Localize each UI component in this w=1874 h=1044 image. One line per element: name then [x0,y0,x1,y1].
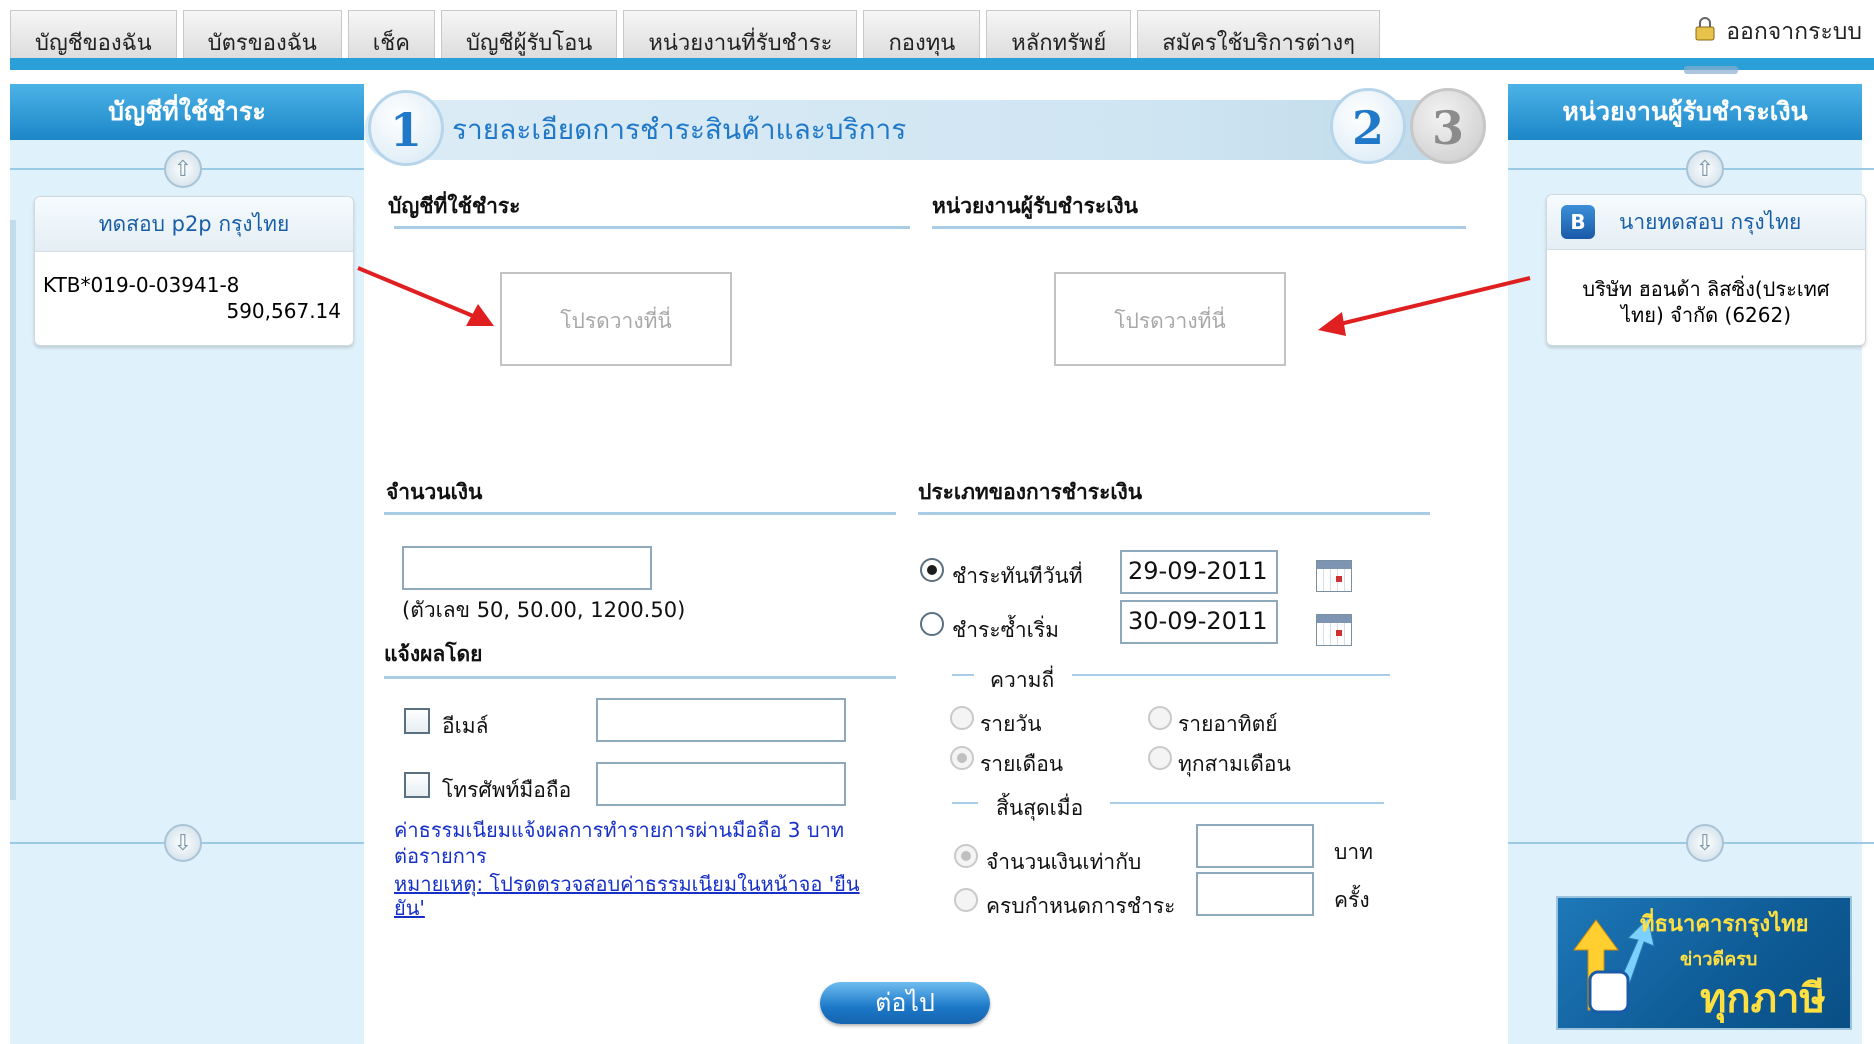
amount-hint: (ตัวเลข 50, 50.00, 1200.50) [402,598,686,622]
calendar-icon[interactable] [1316,560,1352,592]
payment-type-heading: ประเภทของการชำระเงิน [918,480,1143,504]
scroll-down-icon[interactable]: ⇩ [164,824,202,862]
step-2-indicator: 2 [1330,88,1406,164]
email-label: อีเมล์ [442,714,489,738]
end-amount-unit: บาท [1334,840,1373,864]
pay-now-radio[interactable] [920,558,944,582]
amount-input[interactable] [402,546,652,590]
end-amount-input[interactable] [1196,824,1314,868]
fee-note-line1: ค่าธรรมเนียมแจ้งผลการทำรายการผ่านมือถือ … [394,818,844,842]
notify-heading: แจ้งผลโดย [384,642,483,666]
calendar-icon[interactable] [1316,614,1352,646]
freq-daily-label: รายวัน [980,712,1042,736]
email-checkbox[interactable] [404,708,430,734]
left-panel-title: บัญชีที่ใช้ชำระ [10,84,364,140]
from-account-heading: บัญชีที่ใช้ชำระ [388,194,521,218]
logout-label: ออกจากระบบ [1726,19,1862,45]
banner-line3: ทุกภาษี [1700,976,1826,1022]
amount-heading: จำนวนเงิน [386,480,483,504]
tab-billers[interactable]: หน่วยงานที่รับชำระ [623,10,858,60]
end-count-input[interactable] [1196,872,1314,916]
biller-icon: B [1561,205,1595,239]
freq-weekly-radio[interactable] [1148,706,1172,730]
mobile-checkbox[interactable] [404,772,430,798]
payee-card[interactable]: นายทดสอบ กรุงไทย B บริษัท ฮอนด้า ลิสซิ่ง… [1546,194,1866,346]
scroll-up-icon[interactable]: ⇧ [164,150,202,188]
banner-line1: ที่ธนาคารกรุงไทย [1640,912,1809,937]
frequency-heading: ความถี่ [990,668,1055,692]
pay-now-date-input[interactable]: 29-09-2011 [1120,550,1278,594]
payee-name-line2: ไทย) จำกัด (6262) [1620,303,1792,327]
fee-check-link-cont[interactable]: ยัน' [394,896,425,920]
payment-type-rule [918,512,1430,515]
freq-weekly-label: รายอาทิตย์ [1178,712,1278,736]
notify-rule [384,676,896,679]
end-amount-radio[interactable] [954,844,978,868]
tab-services[interactable]: สมัครใช้บริการต่างๆ [1137,10,1380,60]
lock-icon [1692,16,1718,48]
tab-funds[interactable]: กองทุน [863,10,981,60]
frequency-rule-left [952,674,974,676]
next-button[interactable]: ต่อไป [820,982,990,1024]
brand-mark [1684,66,1738,74]
tab-my-cards[interactable]: บัตรของฉัน [182,10,342,60]
pay-now-label: ชำระทันทีวันที่ [952,564,1083,588]
step-title: รายละเอียดการชำระสินค้าและบริการ [452,113,907,146]
mobile-label: โทรศัพท์มือถือ [442,778,572,802]
account-drop-zone[interactable]: โปรดวางที่นี่ [500,272,732,366]
freq-daily-radio[interactable] [950,706,974,730]
end-amount-label: จำนวนเงินเท่ากับ [986,850,1142,874]
tab-my-accounts[interactable]: บัญชีของฉัน [10,10,177,60]
step-1-indicator: 1 [368,90,444,166]
from-account-rule [394,226,910,229]
payee-rule [932,226,1466,229]
payee-heading: หน่วยงานผู้รับชำระเงิน [932,194,1139,218]
end-count-label: ครบกำหนดการชำระ [986,894,1176,918]
fee-check-link[interactable]: หมายเหตุ: โปรดตรวจสอบค่าธรรมเนียมในหน้าจ… [394,872,860,896]
freq-monthly-label: รายเดือน [980,752,1064,776]
end-count-unit: ครั้ง [1334,888,1370,912]
nav-underline [10,58,1874,70]
email-input[interactable] [596,698,846,742]
left-scrollbar[interactable] [10,220,16,800]
end-count-radio[interactable] [954,888,978,912]
account-card-header: ทดสอบ p2p กรุงไทย [35,197,353,252]
step-3-indicator: 3 [1410,88,1486,164]
frequency-rule-right [1072,674,1390,676]
scroll-up-icon[interactable]: ⇧ [1686,150,1724,188]
pay-repeat-date-input[interactable]: 30-09-2011 [1120,600,1278,644]
fee-note-line2: ต่อรายการ [394,844,487,868]
payee-drop-zone[interactable]: โปรดวางที่นี่ [1054,272,1286,366]
account-card[interactable]: ทดสอบ p2p กรุงไทย KTB*019-0-03941-8 590,… [34,196,354,346]
freq-quarterly-radio[interactable] [1148,746,1172,770]
tab-cheque[interactable]: เช็ค [347,10,435,60]
amount-rule [384,512,896,515]
pay-repeat-radio[interactable] [920,612,944,636]
end-rule-left [952,802,978,804]
freq-quarterly-label: ทุกสามเดือน [1178,752,1291,776]
tab-transfer-recipients[interactable]: บัญชีผู้รับโอน [440,10,618,60]
tab-securities[interactable]: หลักทรัพย์ [986,10,1132,60]
account-balance: 590,567.14 [226,299,341,323]
pay-repeat-label: ชำระซ้ำเริ่ม [952,618,1059,642]
mobile-input[interactable] [596,762,846,806]
freq-monthly-radio[interactable] [950,746,974,770]
logout-link[interactable]: ออกจากระบบ [1692,14,1862,50]
top-nav: บัญชีของฉัน บัตรของฉัน เช็ค บัญชีผู้รับโ… [10,10,1380,60]
end-heading: สิ้นสุดเมื่อ [996,796,1084,820]
scroll-down-icon[interactable]: ⇩ [1686,824,1724,862]
end-rule-right [1110,802,1384,804]
right-panel-title: หน่วยงานผู้รับชำระเงิน [1508,84,1862,140]
account-number: KTB*019-0-03941-8 [43,273,240,297]
